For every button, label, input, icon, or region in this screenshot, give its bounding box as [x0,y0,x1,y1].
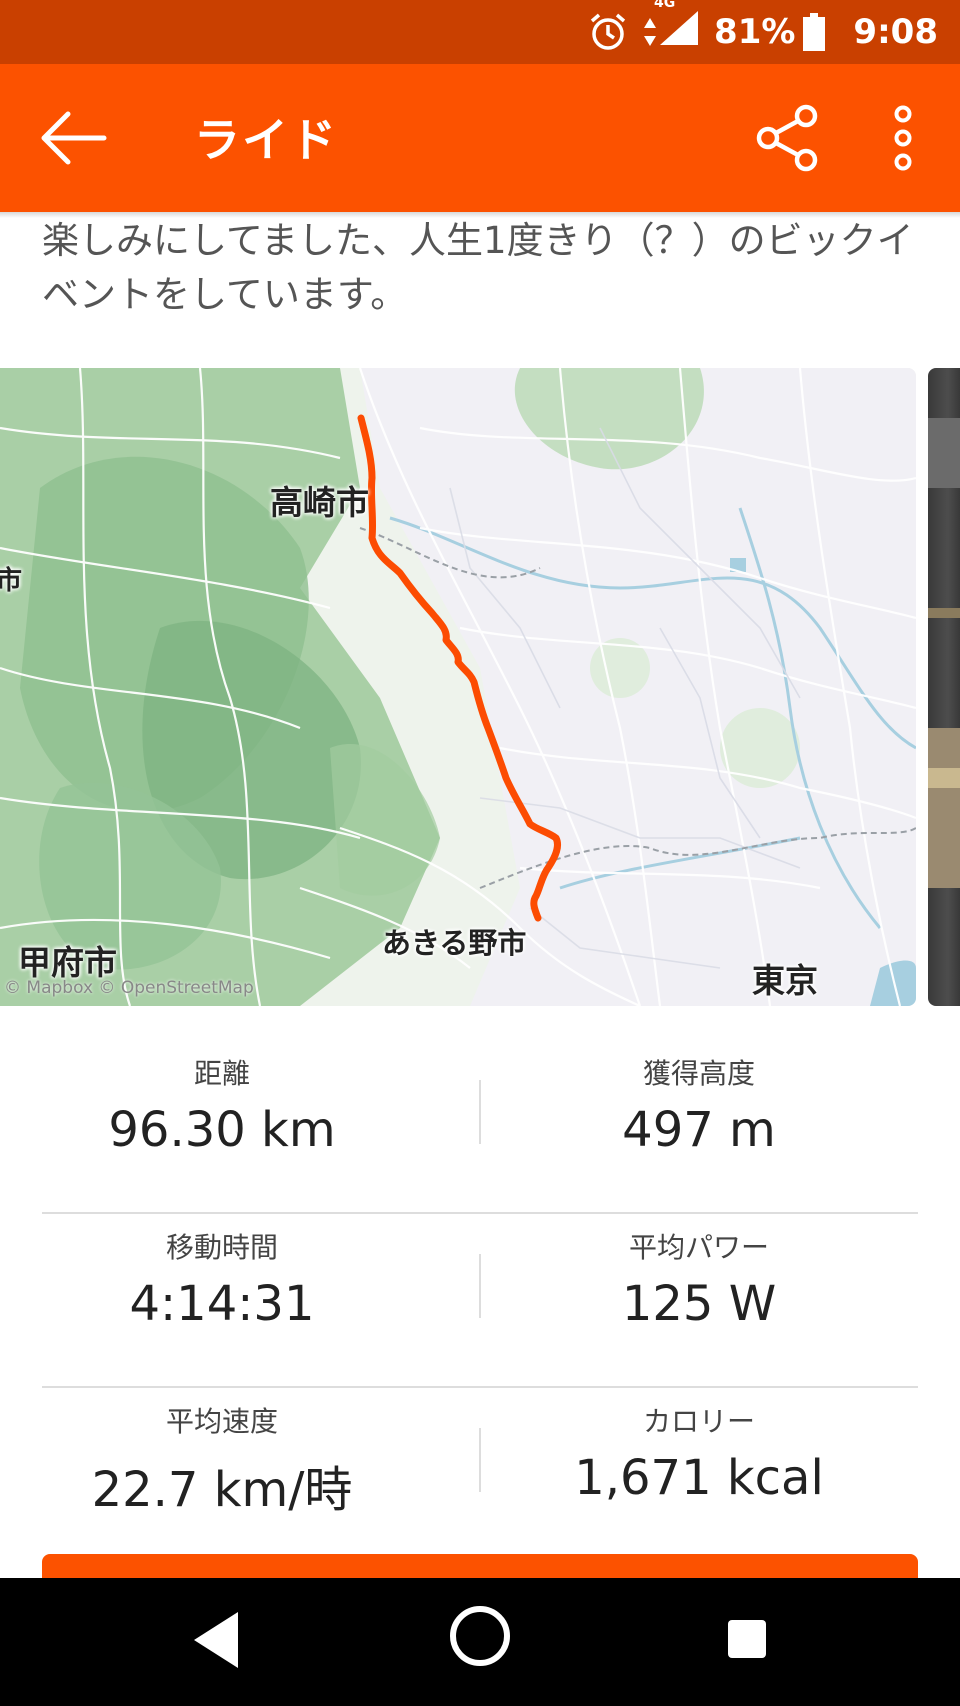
stat-label: カロリー [642,1405,755,1438]
stat-label: 平均パワー [628,1231,769,1264]
share-icon[interactable] [756,104,820,172]
stat-row: 距離 96.30 km 獲得高度 497 m [42,1040,918,1214]
map-label-takasaki: 高崎市 [270,483,369,522]
stat-value: 1,671 kcal [574,1450,824,1506]
status-bar: 4G 81% 9:08 [0,0,960,64]
map-label-kofu: 甲府市 [18,943,117,982]
network-type: 4G [654,0,676,11]
battery-percent: 81% [714,12,796,52]
alarm-icon [588,12,628,52]
stat-label: 移動時間 [165,1231,278,1264]
battery-icon [803,13,826,51]
stat-value: 22.7 km/時 [91,1462,353,1518]
clock: 9:08 [853,12,938,52]
nav-recents-icon[interactable] [726,1618,768,1664]
system-nav-bar [0,1578,960,1706]
map-label-akiruno: あきる野市 [382,926,527,960]
map-attribution[interactable]: © Mapbox © OpenStreetMap [4,978,254,998]
activity-description: 楽しみにしてました、人生1度きり（？）のビックイベントをしています。 [42,219,914,316]
next-photo-thumbnail[interactable] [928,368,960,1006]
stat-average-speed: 平均速度 22.7 km/時 [42,1388,402,1520]
map-label-tokyo: 東京 [752,961,818,1000]
stat-average-power: 平均パワー 125 W [480,1214,918,1332]
stat-value: 4:14:31 [129,1276,315,1332]
nav-back-icon[interactable] [190,1608,242,1676]
stat-label: 距離 [193,1057,250,1090]
page-title: ライド [194,113,338,167]
activity-stats: 距離 96.30 km 獲得高度 497 m 移動時間 4:14:31 平均パワ… [42,1040,918,1560]
signal-icon: 4G [642,0,700,56]
stat-label: 平均速度 [165,1405,278,1438]
stat-row: 移動時間 4:14:31 平均パワー 125 W [42,1214,918,1388]
nav-home-icon[interactable] [448,1604,512,1672]
stat-elevation-gain: 獲得高度 497 m [480,1040,918,1158]
route-map[interactable]: 高崎市 市 甲府市 あきる野市 東京 © Mapbox © OpenStreet… [0,368,916,1006]
stat-moving-time: 移動時間 4:14:31 [42,1214,402,1332]
stat-distance: 距離 96.30 km [42,1040,402,1158]
map-label-edge-city: 市 [0,566,23,596]
stat-value: 125 W [621,1276,777,1332]
stat-row: 平均速度 22.7 km/時 カロリー 1,671 kcal [42,1388,918,1560]
stat-label: 獲得高度 [642,1057,755,1090]
back-arrow-icon[interactable] [40,108,110,168]
stat-value: 497 m [622,1102,776,1158]
stat-value: 96.30 km [108,1102,336,1158]
more-vert-icon[interactable] [890,104,916,172]
app-bar: ライド [0,64,960,212]
stat-calories: カロリー 1,671 kcal [480,1388,918,1506]
